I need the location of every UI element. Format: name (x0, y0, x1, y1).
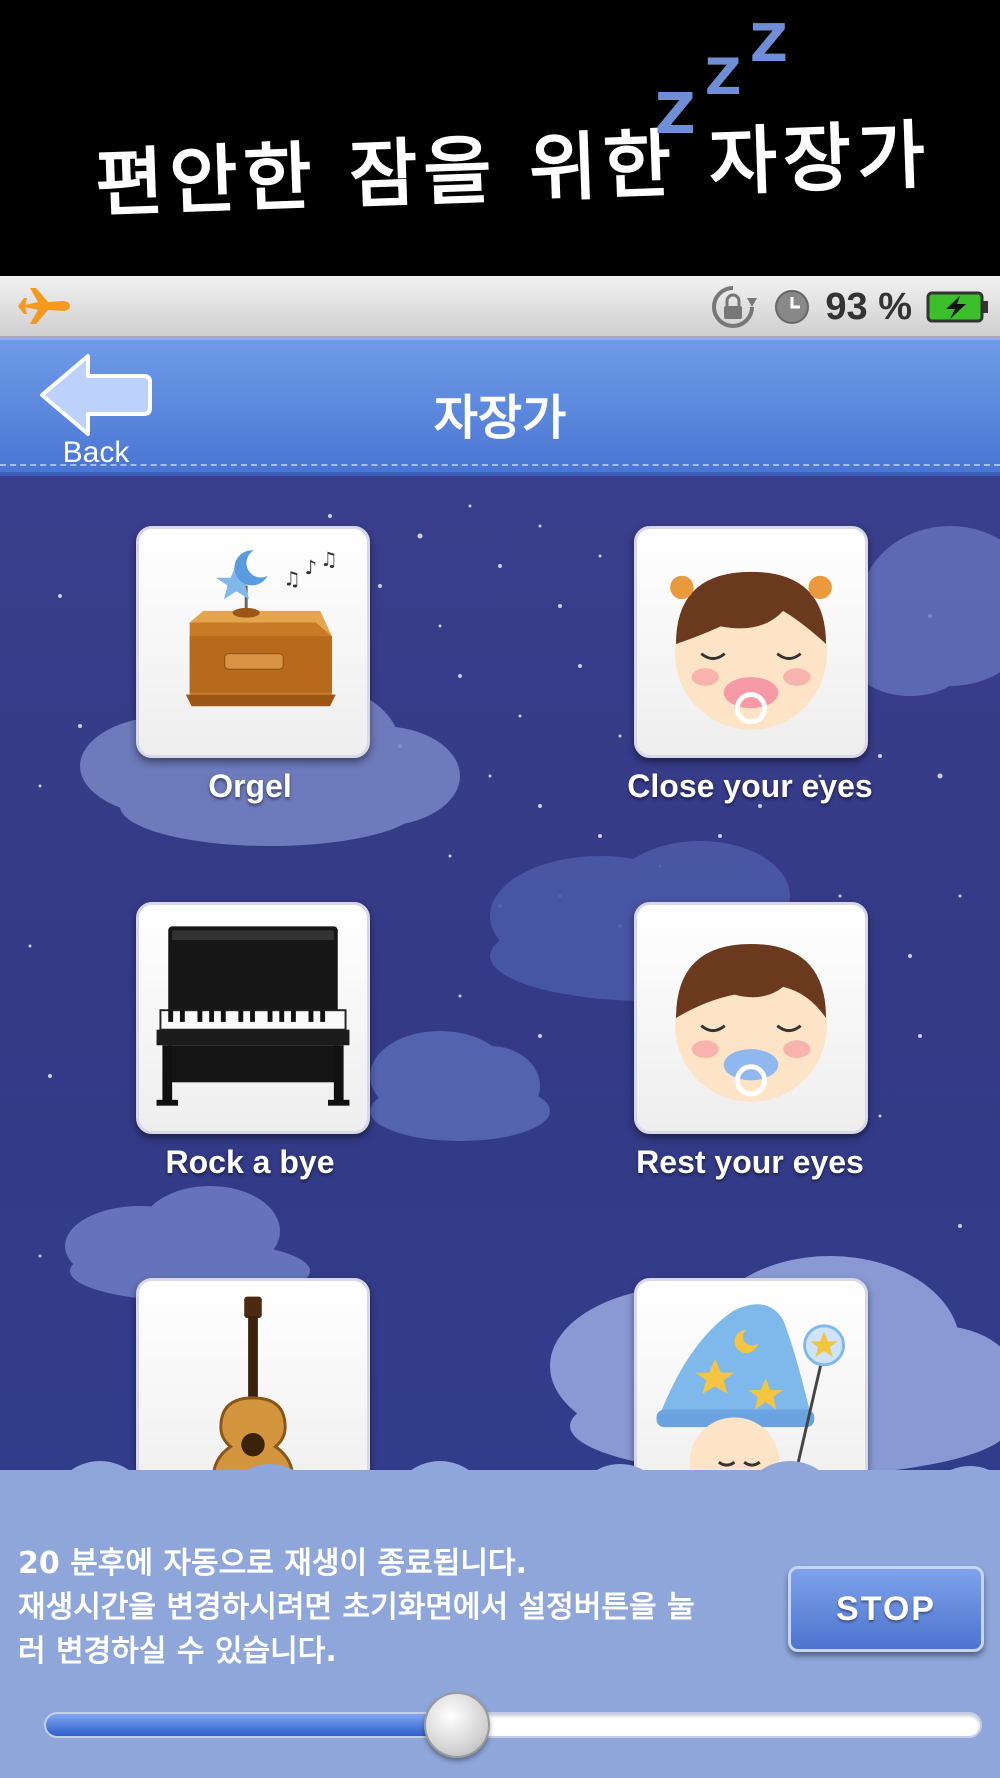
lullaby-tile-rock-a-bye[interactable] (136, 902, 370, 1134)
lullaby-tile-rest-your-eyes[interactable] (634, 902, 868, 1134)
piano-icon (156, 926, 350, 1106)
stop-button[interactable]: STOP (788, 1566, 984, 1652)
page-title: 자장가 (433, 390, 567, 446)
tile-label: Rock a bye (165, 1144, 335, 1180)
tile-label: Rest your eyes (636, 1144, 864, 1180)
navigation-bar: Back 자장가 (0, 338, 1000, 476)
sleeping-girl-icon (670, 571, 832, 730)
timer-info-line: 20 분후에 자동으로 재생이 종료됩니다. (18, 1546, 527, 1581)
music-box-icon: ♫ ♪ ♫ (185, 548, 338, 707)
tile-label: Orgel (208, 768, 292, 804)
promo-title: 편안한 잠을 위한 자장가 (93, 112, 933, 228)
battery-charging-icon (926, 291, 988, 323)
promo-banner: 편안한 잠을 위한 자장가 Z Z Z (0, 0, 1000, 276)
sleep-z-icon: Z (750, 14, 788, 74)
svg-text:♫: ♫ (283, 568, 300, 591)
sleeping-boy-icon (675, 943, 827, 1102)
lullaby-tile-close-your-eyes[interactable] (634, 526, 868, 758)
sleep-z-icon: Z (705, 48, 742, 106)
svg-text:♫: ♫ (320, 548, 337, 571)
timer-info-line: 재생시간을 변경하시려면 초기화면에서 설정버튼을 눌 (18, 1590, 695, 1625)
rotation-lock-icon (712, 286, 758, 328)
status-right-group: 93 % (707, 282, 990, 332)
slider-progress-fill (46, 1714, 457, 1736)
playback-timer-slider[interactable] (44, 1712, 982, 1738)
timer-info-line: 러 변경하실 수 있습니다. (18, 1634, 337, 1669)
alarm-clock-icon (775, 290, 810, 324)
timer-info-text: 20 분후에 자동으로 재생이 종료됩니다. 재생시간을 변경하시려면 초기화면… (18, 1542, 778, 1674)
slider-thumb[interactable] (423, 1692, 490, 1758)
sleep-z-icon: Z (655, 82, 696, 147)
status-bar: 93 % (0, 276, 1000, 338)
cloud-decoration (370, 1031, 550, 1141)
lullaby-tile-orgel[interactable]: ♫ ♪ ♫ (136, 526, 370, 758)
airplane-icon (18, 288, 70, 324)
svg-text:♪: ♪ (305, 556, 317, 579)
tile-label: Close your eyes (627, 768, 873, 804)
cloud-decoration (860, 526, 1000, 696)
battery-percentage: 93 % (825, 285, 912, 328)
